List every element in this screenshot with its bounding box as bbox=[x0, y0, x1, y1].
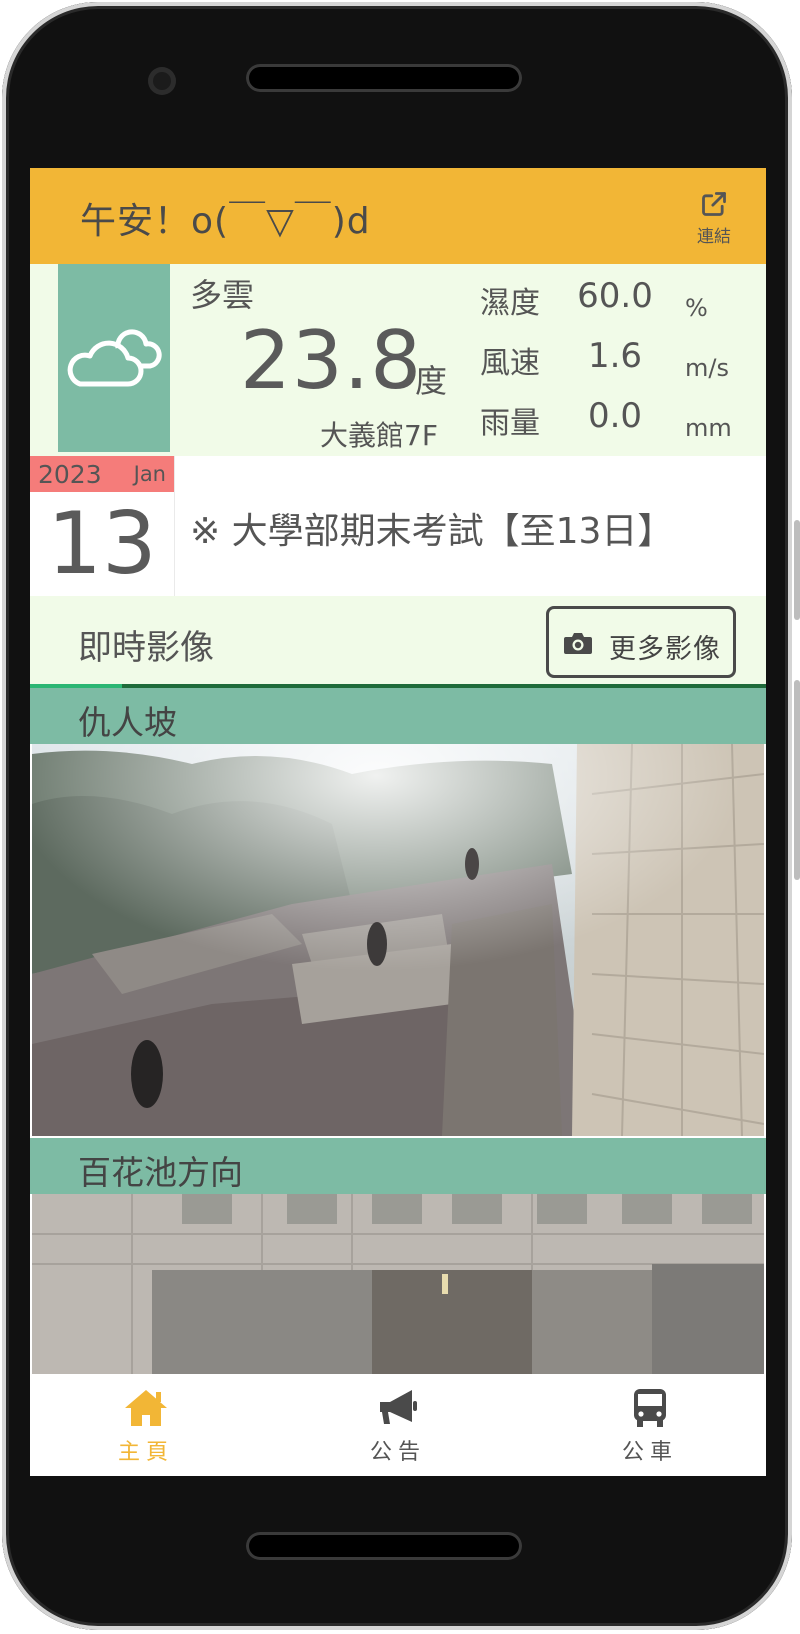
external-link-icon bbox=[702, 192, 726, 216]
humidity-value: 60.0 bbox=[577, 276, 653, 316]
nav-announcements-label: 公告 bbox=[369, 1440, 426, 1465]
nav-home[interactable]: 主頁 bbox=[86, 1388, 206, 1466]
cloud-icon bbox=[67, 329, 162, 387]
volume-button bbox=[794, 520, 800, 620]
home-icon bbox=[125, 1390, 167, 1426]
app-screen: 午安！o(￣▽￣)d 連結 多雲 23.8 度 大義館7F 濕度 60.0 % … bbox=[30, 168, 766, 1476]
humidity-unit: % bbox=[685, 294, 708, 322]
date-day: 13 bbox=[47, 494, 157, 594]
weather-icon-box bbox=[58, 264, 170, 452]
live-images-title: 即時影像 bbox=[78, 628, 214, 668]
rain-unit: mm bbox=[685, 414, 732, 442]
date-card: 2023 Jan 13 bbox=[30, 456, 175, 596]
more-images-button[interactable]: 更多影像 bbox=[546, 606, 736, 678]
camera-title: 百花池方向 bbox=[78, 1153, 243, 1192]
rain-value: 0.0 bbox=[587, 396, 643, 436]
date-month: Jan bbox=[133, 462, 166, 486]
campus-slope-photo bbox=[32, 744, 764, 1136]
wind-unit: m/s bbox=[685, 354, 729, 382]
event-text[interactable]: ※ 大學部期末考試【至13日】 bbox=[190, 502, 673, 554]
building-entrance-photo bbox=[32, 1194, 764, 1374]
camera-title-bar: 百花池方向 bbox=[30, 1138, 766, 1194]
bottom-navigation: 主頁 公告 公車 bbox=[30, 1374, 766, 1476]
camera-title-bar: 仇人坡 bbox=[30, 688, 766, 744]
temperature-value: 23.8 bbox=[240, 314, 423, 407]
camera-image[interactable] bbox=[32, 1194, 764, 1374]
nav-bus[interactable]: 公車 bbox=[590, 1388, 710, 1466]
live-images-bar: 即時影像 更多影像 bbox=[30, 596, 766, 684]
weather-location: 大義館7F bbox=[320, 419, 438, 452]
date-year: 2023 bbox=[38, 460, 102, 489]
humidity-label: 濕度 bbox=[480, 286, 540, 321]
nav-home-label: 主頁 bbox=[117, 1440, 174, 1465]
more-images-label: 更多影像 bbox=[609, 634, 721, 665]
link-button[interactable]: 連結 bbox=[692, 190, 736, 247]
camera-image[interactable] bbox=[32, 744, 764, 1136]
front-camera bbox=[148, 67, 176, 95]
wind-value: 1.6 bbox=[587, 336, 643, 376]
bus-icon bbox=[634, 1389, 666, 1427]
link-label: 連結 bbox=[697, 227, 731, 247]
calendar-row: 2023 Jan 13 ※ 大學部期末考試【至13日】 bbox=[30, 456, 766, 596]
bottom-speaker bbox=[246, 1532, 522, 1560]
nav-announcements[interactable]: 公告 bbox=[338, 1388, 458, 1466]
rain-label: 雨量 bbox=[480, 406, 540, 441]
megaphone-icon bbox=[380, 1390, 417, 1424]
camera-title: 仇人坡 bbox=[78, 703, 177, 742]
app-header: 午安！o(￣▽￣)d 連結 bbox=[30, 168, 766, 264]
wind-label: 風速 bbox=[480, 346, 540, 381]
weather-condition: 多雲 bbox=[190, 276, 255, 314]
weather-panel: 多雲 23.8 度 大義館7F 濕度 60.0 % 風速 1.6 m/s 雨量 … bbox=[30, 264, 766, 456]
temperature-unit: 度 bbox=[415, 362, 448, 400]
top-speaker bbox=[246, 64, 522, 92]
nav-bus-label: 公車 bbox=[621, 1440, 678, 1465]
date-header: 2023 Jan bbox=[30, 456, 174, 492]
camera-icon bbox=[564, 633, 592, 654]
greeting-text: 午安！o(￣▽￣)d bbox=[80, 201, 371, 242]
power-button bbox=[794, 680, 800, 880]
